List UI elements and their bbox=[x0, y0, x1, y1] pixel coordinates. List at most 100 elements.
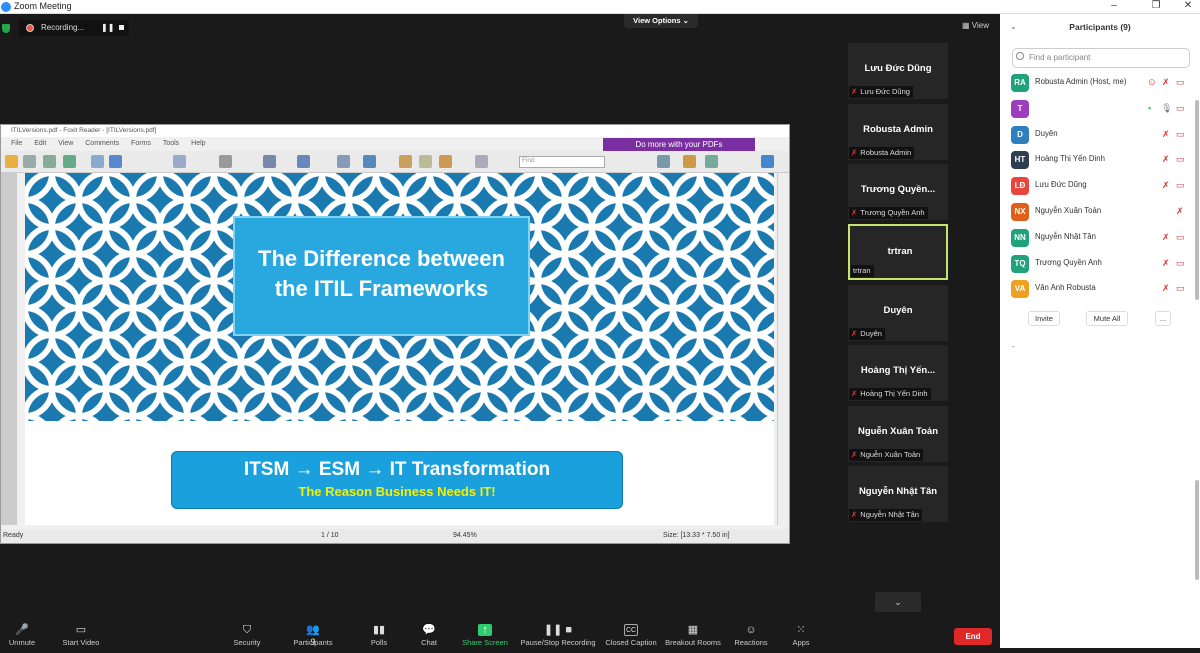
video-tile[interactable]: Trương Quyền... ✗ Trương Quyền Anh bbox=[848, 164, 948, 220]
open-folder-icon[interactable] bbox=[5, 155, 18, 168]
zoom-level[interactable]: 94.45% bbox=[453, 529, 477, 543]
print-icon[interactable] bbox=[43, 155, 56, 168]
save-icon[interactable] bbox=[23, 155, 36, 168]
close-icon[interactable]: ✕ bbox=[1178, 0, 1198, 11]
video-off-icon: ▭ bbox=[1176, 102, 1185, 113]
share-screen-label: Share Screen bbox=[462, 638, 508, 647]
security-shield-icon bbox=[2, 24, 10, 33]
participant-row[interactable]: RA Robusta Admin (Host, me) ⊙ ✗ ▭ bbox=[1010, 72, 1190, 96]
share-icon: ▪ bbox=[1148, 102, 1152, 113]
undo-icon[interactable] bbox=[219, 155, 232, 168]
participant-row[interactable]: TQ Trương Quyền Anh ✗ ▭ bbox=[1010, 253, 1190, 277]
zoom-out-icon[interactable] bbox=[337, 155, 350, 168]
more-tiles-button[interactable]: ⌄ bbox=[875, 592, 921, 612]
video-tile[interactable]: Nguễn Xuân Toản ✗ Nguễn Xuân Toản bbox=[848, 406, 948, 462]
recording-icon: ⊙ bbox=[1148, 77, 1156, 87]
pause-stop-recording-button[interactable]: ❚❚ ■ Pause/Stop Recording bbox=[518, 624, 598, 647]
foxit-ad-banner[interactable]: Do more with your PDFs bbox=[603, 138, 755, 151]
menu-edit[interactable]: Edit bbox=[34, 140, 46, 147]
slide-banner: The Difference between the ITIL Framework… bbox=[25, 173, 774, 421]
video-tile[interactable]: Duyên ✗ Duyên bbox=[848, 285, 948, 341]
foxit-side-panel[interactable] bbox=[1, 173, 17, 525]
foxit-title: ITILVersions.pdf - Foxit Reader - [ITILV… bbox=[1, 125, 789, 137]
video-off-icon: ▭ bbox=[1176, 128, 1185, 139]
participant-name: Trương Quyền Anh bbox=[1035, 257, 1102, 267]
menu-comments[interactable]: Comments bbox=[85, 140, 119, 147]
breakout-label: Breakout Rooms bbox=[665, 638, 721, 647]
participant-row[interactable]: T ▪ 🎙 ▭ bbox=[1010, 98, 1190, 122]
breakout-icon: ▦ bbox=[687, 624, 699, 636]
highlight-icon[interactable] bbox=[705, 155, 718, 168]
fit-page-icon[interactable] bbox=[297, 155, 310, 168]
security-button[interactable]: ⛉ Security bbox=[228, 624, 266, 647]
participant-row[interactable]: NN Nguyễn Nhật Tân ✗ ▭ bbox=[1010, 227, 1190, 251]
participants-label: Participants bbox=[293, 638, 333, 647]
muted-mic-icon: ✗ bbox=[1162, 128, 1170, 139]
video-tile[interactable]: Robusta Admin ✗ Robusta Admin bbox=[848, 104, 948, 160]
shared-screen-foxit-window: ITILVersions.pdf - Foxit Reader - [ITILV… bbox=[0, 124, 790, 544]
zoom-icon[interactable] bbox=[263, 155, 276, 168]
tile-label: ✗ Nguyễn Nhật Tân bbox=[849, 509, 922, 521]
pause-recording-icon[interactable]: ❚❚ bbox=[101, 23, 114, 32]
video-tile[interactable]: Hoàng Thị Yến... ✗ Hoàng Thị Yến Dinh bbox=[848, 345, 948, 401]
view-button[interactable]: ▦ View bbox=[962, 21, 989, 30]
avatar: VA bbox=[1011, 280, 1029, 299]
video-off-icon: ▭ bbox=[1176, 77, 1185, 87]
stop-recording-icon[interactable] bbox=[119, 25, 124, 30]
reactions-button[interactable]: ☺ Reactions bbox=[732, 624, 770, 647]
page-indicator[interactable]: 1 / 10 bbox=[321, 529, 339, 543]
next-icon[interactable] bbox=[109, 155, 122, 168]
cc-icon: CC bbox=[624, 624, 638, 636]
breakout-rooms-button[interactable]: ▦ Breakout Rooms bbox=[664, 624, 722, 647]
menu-tools[interactable]: Tools bbox=[163, 140, 179, 147]
arrow-icon[interactable] bbox=[761, 155, 774, 168]
maximize-icon[interactable]: ❐ bbox=[1146, 0, 1166, 11]
participant-search-input[interactable]: Find a participant bbox=[1012, 48, 1190, 68]
video-tile[interactable]: Nguyễn Nhật Tân ✗ Nguyễn Nhật Tân bbox=[848, 466, 948, 522]
participant-row[interactable]: D Duyên ✗ ▭ bbox=[1010, 124, 1190, 148]
menu-help[interactable]: Help bbox=[191, 140, 205, 147]
video-tile[interactable]: Lưu Đức Dũng ✗ Lưu Đức Dũng bbox=[848, 43, 948, 99]
annotate-icon[interactable] bbox=[439, 155, 452, 168]
tile-name: Lưu Đức Dũng bbox=[864, 63, 932, 74]
note-icon[interactable] bbox=[683, 155, 696, 168]
share-screen-button[interactable]: ↑ Share Screen bbox=[460, 624, 510, 647]
end-meeting-button[interactable]: End bbox=[954, 628, 992, 645]
start-video-button[interactable]: ▭ Start Video bbox=[58, 624, 104, 647]
panel-scrollbar-lower[interactable] bbox=[1195, 480, 1199, 580]
reactions-label: Reactions bbox=[734, 638, 768, 647]
participant-row[interactable]: NX Nguyễn Xuân Toản ✗ bbox=[1010, 201, 1190, 225]
email-icon[interactable] bbox=[63, 155, 76, 168]
minimize-icon[interactable]: – bbox=[1104, 0, 1124, 11]
participant-row[interactable]: LĐ Lưu Đức Dũng ✗ ▭ bbox=[1010, 175, 1190, 199]
chat-button[interactable]: 💬 Chat bbox=[414, 624, 444, 647]
apps-button[interactable]: ⁙ Apps bbox=[786, 624, 816, 647]
hand-tool-icon[interactable] bbox=[399, 155, 412, 168]
slide-title-box: The Difference between the ITIL Framework… bbox=[233, 216, 530, 336]
menu-file[interactable]: File bbox=[11, 140, 22, 147]
tile-label-text: Nguễn Xuân Toản bbox=[860, 450, 921, 459]
prev-icon[interactable] bbox=[91, 155, 104, 168]
menu-view[interactable]: View bbox=[58, 140, 73, 147]
participant-row[interactable]: HT Hoàng Thị Yến Dinh ✗ ▭ bbox=[1010, 149, 1190, 173]
menu-forms[interactable]: Forms bbox=[131, 140, 151, 147]
mute-all-button[interactable]: Mute All bbox=[1086, 311, 1128, 326]
unmute-button[interactable]: 🎤 Unmute bbox=[4, 624, 40, 647]
invite-button[interactable]: Invite bbox=[1028, 311, 1060, 326]
find-input[interactable]: Find bbox=[519, 156, 605, 168]
tile-label-text: Robusta Admin bbox=[860, 148, 912, 157]
panel-scrollbar[interactable] bbox=[1195, 100, 1199, 300]
more-options-button[interactable]: ... bbox=[1155, 311, 1171, 326]
video-tile[interactable]: trtran trtran bbox=[848, 224, 948, 280]
view-options-button[interactable]: View Options ⌄ bbox=[624, 14, 698, 28]
zoom-in-icon[interactable] bbox=[363, 155, 376, 168]
typewriter-icon[interactable] bbox=[475, 155, 488, 168]
participant-row[interactable]: VA Vân Anh Robusta ✗ ▭ bbox=[1010, 278, 1190, 302]
select-text-icon[interactable] bbox=[419, 155, 432, 168]
polls-button[interactable]: ▮▮ Polls bbox=[364, 624, 394, 647]
foxit-scrollbar[interactable] bbox=[777, 173, 789, 525]
participants-button[interactable]: 👥9 Participants bbox=[290, 624, 336, 647]
select-icon[interactable] bbox=[173, 155, 186, 168]
pen-icon[interactable] bbox=[657, 155, 670, 168]
closed-caption-button[interactable]: CC Closed Caption bbox=[604, 624, 658, 647]
